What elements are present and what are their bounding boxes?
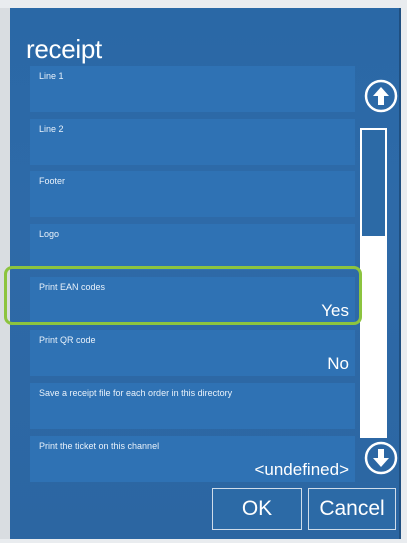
field-label: Line 1 (39, 71, 64, 81)
field-label: Save a receipt file for each order in th… (39, 388, 233, 398)
field-label: Logo (39, 229, 60, 239)
field-logo[interactable]: Logo (30, 224, 355, 270)
arrow-up-circle-icon[interactable] (363, 78, 399, 114)
scrollbar-track[interactable] (360, 128, 387, 438)
selection-highlight (4, 266, 362, 325)
field-line-2[interactable]: Line 2 (30, 119, 355, 165)
field-value: <undefined> (254, 460, 349, 479)
field-label: Print QR code (39, 335, 96, 345)
field-label: Footer (39, 176, 66, 186)
field-footer[interactable]: Footer (30, 171, 355, 217)
field-print-channel[interactable]: Print the ticket on this channel <undefi… (30, 436, 355, 482)
cancel-button[interactable]: Cancel (308, 488, 396, 530)
field-label: Print the ticket on this channel (39, 441, 160, 451)
arrow-down-circle-icon[interactable] (363, 440, 399, 476)
field-line-1[interactable]: Line 1 (30, 66, 355, 112)
field-value: No (327, 354, 349, 373)
ok-button[interactable]: OK (212, 488, 302, 530)
scrollbar-thumb[interactable] (362, 236, 385, 436)
field-receipt-directory[interactable]: Save a receipt file for each order in th… (30, 383, 355, 429)
field-label: Line 2 (39, 124, 64, 134)
toggle-print-qr-code[interactable]: Print QR code No (30, 330, 355, 376)
dialog-title: receipt (26, 34, 102, 64)
